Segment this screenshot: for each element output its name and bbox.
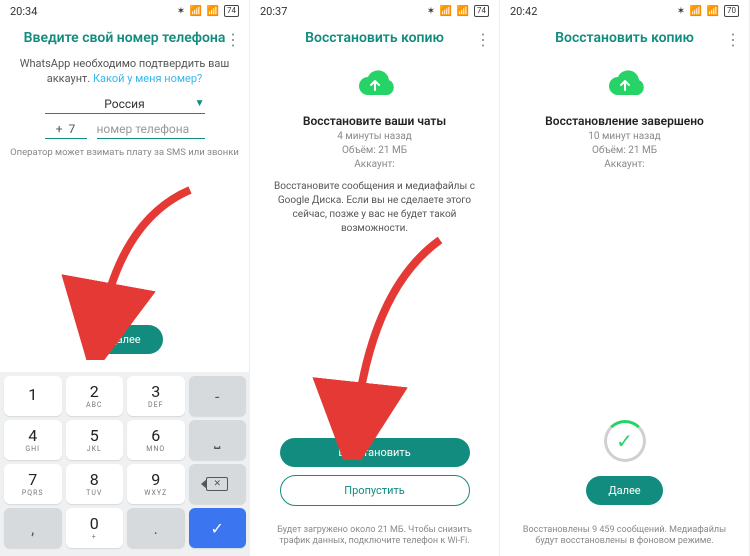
backup-time: 4 минуты назад: [250, 131, 499, 142]
phone-input[interactable]: номер телефона: [97, 122, 205, 139]
progress-check-icon: ✓: [604, 420, 646, 462]
status-time: 20:37: [260, 5, 287, 18]
header: Введите свой номер телефона ⋮: [0, 22, 249, 56]
key-dot[interactable]: .: [127, 508, 185, 548]
restore-summary: Восстановлены 9 459 сообщений. Медиафайл…: [500, 525, 749, 548]
dropdown-arrow-icon: ▼: [195, 98, 205, 109]
key-3[interactable]: 3DEF: [127, 376, 185, 416]
backup-account: Аккаунт:: [250, 159, 499, 170]
key-space[interactable]: ⎵: [189, 420, 247, 460]
page-title: Введите свой номер телефона: [24, 30, 226, 46]
country-name: Россия: [104, 97, 144, 111]
backup-size: Объём: 21 МБ: [250, 145, 499, 156]
phone-row: +7 номер телефона: [45, 122, 205, 139]
key-confirm[interactable]: ✓: [189, 508, 247, 548]
skip-button[interactable]: Пропустить: [280, 475, 470, 506]
screen-restore-complete: 20:42 ✶ 📶 📶 70 Восстановить копию ⋮ Восс…: [500, 0, 750, 556]
more-icon[interactable]: ⋮: [475, 30, 491, 49]
status-icons: ✶ 📶 📶 74: [177, 5, 239, 17]
next-button[interactable]: Далее: [586, 476, 662, 505]
which-number-link[interactable]: Какой у меня номер?: [93, 72, 202, 85]
status-time: 20:34: [10, 5, 37, 18]
status-bar: 20:37 ✶ 📶 📶 74: [250, 0, 499, 22]
key-8[interactable]: 8TUV: [66, 464, 124, 504]
key-4[interactable]: 4GHI: [4, 420, 62, 460]
numeric-keypad: 1 2ABC 3DEF - 4GHI 5JKL 6MNO ⎵ 7PQRS 8TU…: [0, 372, 250, 556]
country-select[interactable]: Россия ▼: [45, 97, 205, 114]
key-2[interactable]: 2ABC: [66, 376, 124, 416]
restore-button[interactable]: Восстановить: [280, 438, 470, 467]
complete-heading: Восстановление завершено: [500, 114, 749, 128]
restore-body: Восстановите сообщения и медиафайлы с Go…: [250, 180, 499, 236]
carrier-note: Оператор может взимать плату за SMS или …: [0, 147, 249, 158]
screen-restore: 20:37 ✶ 📶 📶 74 Восстановить копию ⋮ Восс…: [250, 0, 500, 556]
more-icon[interactable]: ⋮: [725, 30, 741, 49]
cloud-upload-icon: [351, 66, 399, 100]
header: Восстановить копию ⋮: [500, 22, 749, 56]
status-icons: ✶ 📶 📶 70: [677, 5, 739, 17]
key-0[interactable]: 0+: [66, 508, 124, 548]
screen-enter-phone: 20:34 ✶ 📶 📶 74 Введите свой номер телефо…: [0, 0, 250, 556]
key-6[interactable]: 6MNO: [127, 420, 185, 460]
key-7[interactable]: 7PQRS: [4, 464, 62, 504]
backspace-icon: ✕: [206, 477, 228, 491]
key-9[interactable]: 9WXYZ: [127, 464, 185, 504]
country-code-input[interactable]: +7: [45, 122, 87, 139]
download-note: Будет загружено около 21 МБ. Чтобы снизи…: [250, 525, 499, 548]
status-bar: 20:42 ✶ 📶 📶 70: [500, 0, 749, 22]
status-bar: 20:34 ✶ 📶 📶 74: [0, 0, 249, 22]
page-title: Восстановить копию: [305, 30, 444, 46]
more-icon[interactable]: ⋮: [225, 30, 241, 49]
key-5[interactable]: 5JKL: [66, 420, 124, 460]
backup-account: Аккаунт:: [500, 159, 749, 170]
backup-time: 10 минут назад: [500, 131, 749, 142]
restore-heading: Восстановите ваши чаты: [250, 114, 499, 128]
key-dash[interactable]: -: [189, 376, 247, 416]
next-button[interactable]: Далее: [86, 325, 162, 354]
cloud-upload-icon: [601, 66, 649, 100]
backup-size: Объём: 21 МБ: [500, 145, 749, 156]
key-backspace[interactable]: ✕: [189, 464, 247, 504]
header: Восстановить копию ⋮: [250, 22, 499, 56]
page-title: Восстановить копию: [555, 30, 694, 46]
status-time: 20:42: [510, 5, 537, 18]
key-comma[interactable]: ,: [4, 508, 62, 548]
subtitle: WhatsApp необходимо подтвердить ваш акка…: [0, 56, 249, 87]
key-1[interactable]: 1: [4, 376, 62, 416]
status-icons: ✶ 📶 📶 74: [427, 5, 489, 17]
